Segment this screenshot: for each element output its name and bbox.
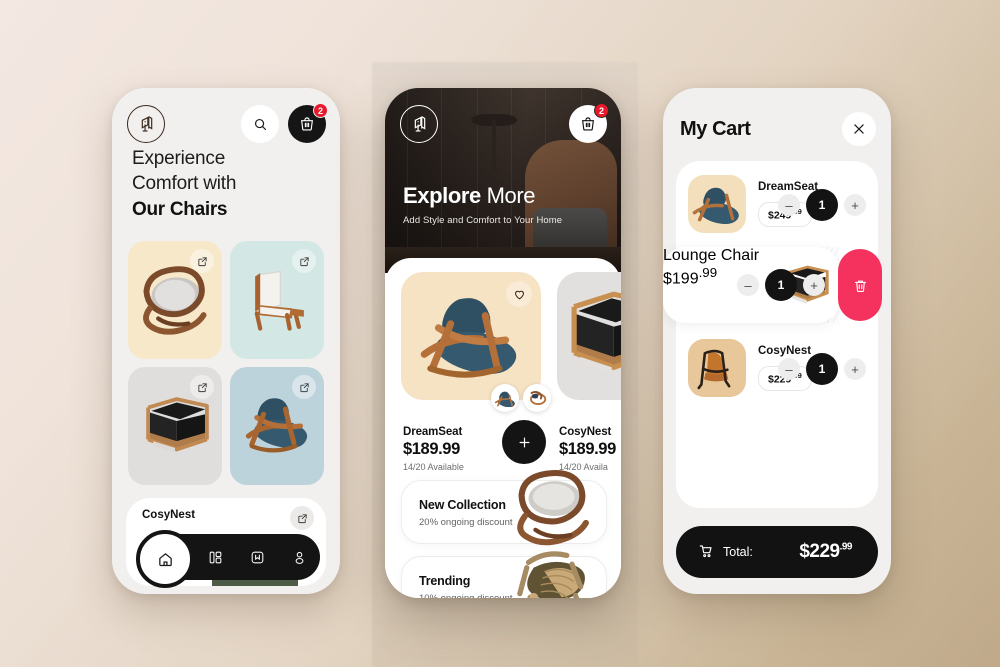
decrease-quantity-button[interactable]: – <box>737 274 759 296</box>
cart-item-list: DreamSeat $249.99 – 1 + <box>663 161 882 508</box>
decrease-quantity-button[interactable]: – <box>778 194 800 216</box>
share-icon[interactable] <box>290 506 314 530</box>
hero-line-2: Comfort with <box>132 173 237 195</box>
chair-card-2[interactable] <box>230 241 324 359</box>
share-icon[interactable] <box>190 249 214 273</box>
featured-product-name: CosyNest <box>142 509 196 521</box>
add-product-button[interactable] <box>502 420 546 464</box>
explore-header: 2 <box>400 103 609 144</box>
hero-line-3: Our Chairs <box>132 199 228 221</box>
cart-item-thumb <box>688 175 746 233</box>
heart-icon[interactable] <box>506 281 532 307</box>
product-price: $189.99 <box>559 440 616 458</box>
cart-header: My Cart <box>680 110 876 148</box>
promo-subtitle: 20% ongoing discount <box>419 517 513 528</box>
chair-logo-icon[interactable] <box>127 105 165 143</box>
chair-logo-icon[interactable] <box>400 105 438 143</box>
phone-explore-screen: 2 Explore More Add Style and Comfort to … <box>385 88 621 598</box>
quantity-stepper: – 1 + <box>778 353 866 385</box>
share-icon[interactable] <box>292 375 316 399</box>
cart-row-cosynest[interactable]: CosyNest $229.99 – 1 + <box>676 331 878 407</box>
product-thumbnails <box>491 384 551 412</box>
total-label: Total: <box>723 545 753 559</box>
product-image-dreamseat <box>401 272 541 400</box>
product-card-cosynest[interactable]: CosyNest $189.99 14/20 Availa <box>557 272 621 472</box>
chair-card-3[interactable] <box>128 367 222 485</box>
close-icon[interactable] <box>842 112 876 146</box>
checkout-total-bar[interactable]: Total: $229.99 <box>676 526 878 578</box>
product-carousel: DreamSeat $189.99 14/20 Available CosyNe… <box>385 272 621 472</box>
quantity-stepper: – 1 + <box>737 269 825 301</box>
promo-title: Trending <box>419 574 471 588</box>
explore-sheet: DreamSeat $189.99 14/20 Available CosyNe… <box>385 258 621 598</box>
decrease-quantity-button[interactable]: – <box>778 358 800 380</box>
cart-row-lounge-chair[interactable]: Lounge Chair $199.99 – 1 + <box>663 247 891 323</box>
increase-quantity-button[interactable]: + <box>844 358 866 380</box>
promo-card-trending[interactable]: Trending 10% ongoing discount <box>401 551 607 598</box>
promo-card-new-collection[interactable]: New Collection 20% ongoing discount <box>401 469 607 546</box>
share-icon[interactable] <box>292 249 316 273</box>
share-icon[interactable] <box>190 375 214 399</box>
sidebar-item-profile[interactable] <box>282 540 316 574</box>
sidebar-item-categories[interactable] <box>198 540 232 574</box>
chair-grid <box>128 241 324 485</box>
cart-item-thumb <box>688 339 746 397</box>
chair-card-4[interactable] <box>230 367 324 485</box>
increase-quantity-button[interactable]: + <box>844 194 866 216</box>
cart-row-content[interactable]: Lounge Chair $199.99 – 1 + <box>663 247 839 323</box>
banner-subtitle: Add Style and Comfort to Your Home <box>403 215 563 226</box>
search-button[interactable] <box>241 105 279 143</box>
hero-heading: Experience Comfort with Our Chairs <box>132 146 322 222</box>
quantity-stepper: – 1 + <box>778 189 866 221</box>
delete-item-button[interactable] <box>838 249 882 321</box>
quantity-value: 1 <box>806 189 838 221</box>
home-bottom-card: CosyNest <box>126 498 326 588</box>
sidebar-item-saved[interactable] <box>240 540 274 574</box>
cart-row-dreamseat[interactable]: DreamSeat $249.99 – 1 + <box>676 167 878 243</box>
cart-badge: 2 <box>313 103 328 118</box>
chair-card-1[interactable] <box>128 241 222 359</box>
cart-icon <box>698 543 714 562</box>
quantity-value: 1 <box>765 269 797 301</box>
thumb-rocker[interactable] <box>523 384 551 412</box>
woven-chair-image <box>504 545 600 598</box>
phone-cart-screen: My Cart DreamSeat $249 – 1 + Lounge Chai… <box>663 88 891 594</box>
product-name: CosyNest <box>559 426 612 438</box>
total-value: $229.99 <box>799 541 852 562</box>
banner-title: Explore More <box>403 183 621 209</box>
quantity-value: 1 <box>806 353 838 385</box>
banner-text: Explore More Add Style and Comfort to Yo… <box>385 183 621 226</box>
lounge-chair-image <box>504 469 600 549</box>
product-image-cosynest <box>557 272 621 400</box>
thumb-dreamseat[interactable] <box>491 384 519 412</box>
banner-title-bold: Explore <box>403 183 481 208</box>
promo-subtitle: 10% ongoing discount <box>419 593 513 598</box>
banner-title-light: More <box>480 183 536 208</box>
sidebar-item-home[interactable] <box>136 530 194 588</box>
cart-badge: 2 <box>594 103 609 118</box>
page-title: My Cart <box>680 117 751 140</box>
home-header: 2 <box>127 103 328 144</box>
increase-quantity-button[interactable]: + <box>803 274 825 296</box>
promo-title: New Collection <box>419 498 506 512</box>
phone-home-screen: 2 Experience Comfort with Our Chairs Cos… <box>112 88 340 594</box>
hero-line-1: Experience <box>132 148 226 169</box>
